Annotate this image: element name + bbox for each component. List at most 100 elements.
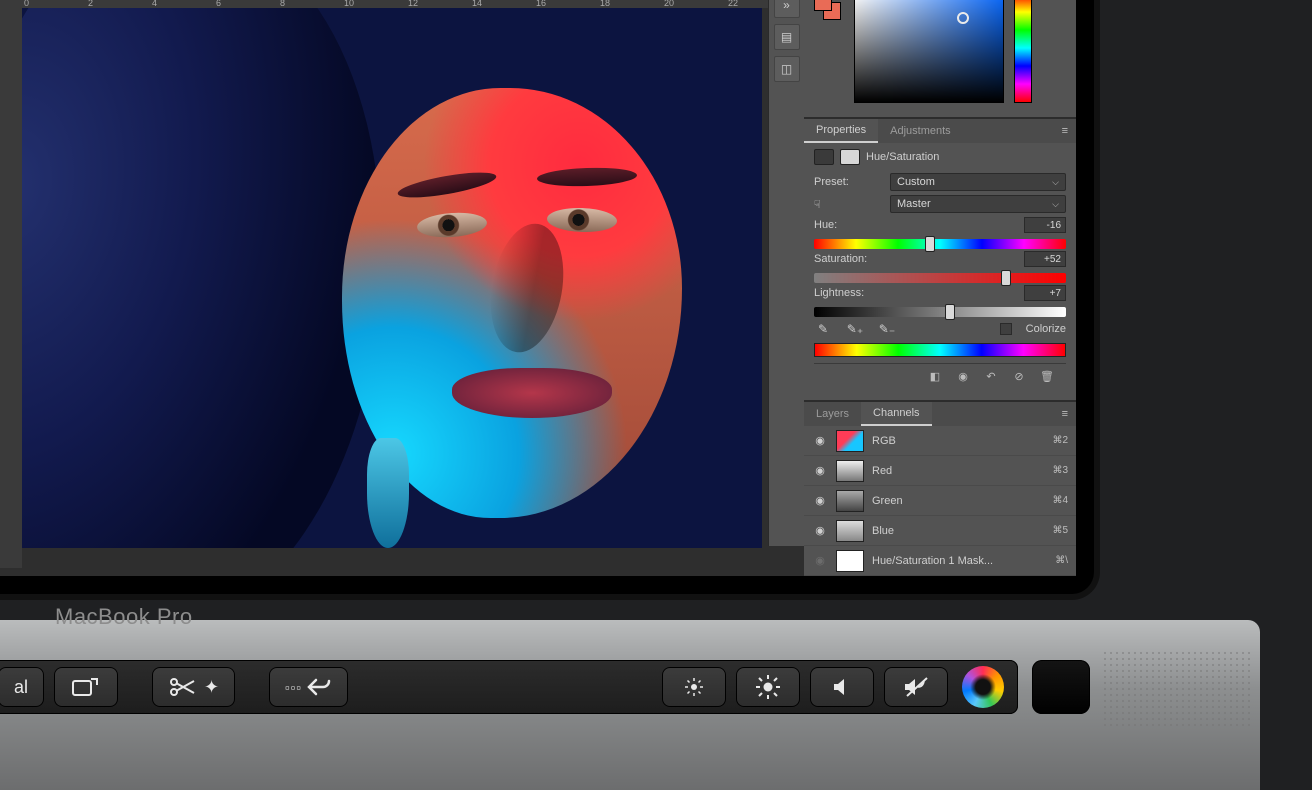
chevron-down-icon: ⌵: [1052, 177, 1059, 188]
tab-properties[interactable]: Properties: [804, 119, 878, 143]
undo-icon: [306, 676, 332, 698]
saturation-slider-track[interactable]: [814, 273, 1066, 283]
laptop-display-frame: ✥ ⌵ ☐ 3D Mode: ◎ ⟳ ✥ ↕ □ ▣ ⌕ ▦ ⇪ 0 2: [0, 0, 1100, 600]
channel-thumb: [836, 550, 864, 572]
lightness-value-input[interactable]: [1024, 285, 1066, 301]
touch-id-sensor[interactable]: [1032, 660, 1090, 714]
ruler-mark: 2: [86, 0, 150, 8]
chevron-down-icon: ⌵: [1052, 199, 1059, 210]
channel-thumb: [836, 490, 864, 512]
visibility-icon[interactable]: ◉: [812, 464, 828, 477]
screenshot-icon: [72, 676, 100, 698]
eyedropper-subtract-icon[interactable]: ✎₋: [878, 321, 896, 337]
touchbar-button-partial[interactable]: al: [0, 667, 44, 707]
vertical-ruler: [0, 8, 22, 568]
layer-mask-icon[interactable]: [840, 149, 860, 165]
touchbar-button-brightness-down[interactable]: [662, 667, 726, 707]
tab-channels[interactable]: Channels: [861, 402, 931, 426]
adjustment-name: Hue/Saturation: [866, 151, 939, 163]
targeted-adjust-icon[interactable]: ☟: [814, 198, 884, 211]
step-icon: ▫▫▫: [285, 680, 302, 695]
color-field[interactable]: [854, 0, 1004, 103]
preset-label: Preset:: [814, 176, 884, 188]
visibility-icon[interactable]: ◉: [812, 524, 828, 537]
channel-row[interactable]: ◉ Hue/Saturation 1 Mask... ⌘\: [804, 546, 1076, 576]
hue-slider-thumb[interactable]: [925, 236, 935, 252]
clip-to-layer-icon[interactable]: ◧: [926, 368, 944, 384]
color-field-cursor: [957, 12, 969, 24]
panel-menu-icon[interactable]: ≡: [1054, 125, 1076, 137]
tab-layers[interactable]: Layers: [804, 402, 861, 426]
eyedropper-icon[interactable]: ✎: [814, 321, 832, 337]
reset-icon[interactable]: ⊘: [1010, 368, 1028, 384]
volume-mute-icon: [903, 676, 929, 698]
touchbar-button-undo[interactable]: ▫▫▫: [269, 667, 348, 707]
hue-value-input[interactable]: [1024, 217, 1066, 233]
scissors-icon: [168, 676, 198, 698]
speaker-grille: [1102, 650, 1252, 730]
lightness-label: Lightness:: [814, 287, 884, 299]
panel-menu-icon[interactable]: ≡: [1054, 408, 1076, 420]
touch-bar: al ✦ ▫▫▫: [0, 660, 1018, 714]
ruler-mark: 18: [598, 0, 662, 8]
device-label: MacBook Pro: [55, 604, 193, 630]
ruler-corner: [0, 0, 22, 8]
hue-slider-track[interactable]: [814, 239, 1066, 249]
touchbar-button-screenshot[interactable]: [54, 667, 118, 707]
touchbar-button-mute[interactable]: [884, 667, 948, 707]
dock-expand-button[interactable]: »: [774, 0, 800, 18]
color-panel: Color Swatches ≡: [804, 0, 1076, 118]
saturation-value-input[interactable]: [1024, 251, 1066, 267]
ruler-mark: 14: [470, 0, 534, 8]
hue-label: Hue:: [814, 219, 884, 231]
lightness-slider-thumb[interactable]: [945, 304, 955, 320]
adjustment-type-icon: [814, 149, 834, 165]
eyedropper-add-icon[interactable]: ✎₊: [846, 321, 864, 337]
range-select[interactable]: Master⌵: [890, 195, 1066, 213]
preset-select[interactable]: Custom⌵: [890, 173, 1066, 191]
channel-thumb: [836, 460, 864, 482]
channel-row[interactable]: ◉ Blue ⌘5: [804, 516, 1076, 546]
brightness-low-icon: [683, 676, 705, 698]
dock-icon-navigator[interactable]: ◫: [774, 56, 800, 82]
toggle-visibility-icon[interactable]: ◉: [954, 368, 972, 384]
ruler-mark: 4: [150, 0, 214, 8]
channel-row[interactable]: ◉ RGB ⌘2: [804, 426, 1076, 456]
photo-portrait: [302, 48, 722, 548]
hue-slider[interactable]: [1014, 0, 1032, 103]
channel-thumb: [836, 520, 864, 542]
ruler-mark: 0: [22, 0, 86, 8]
dock-icon-histogram[interactable]: ▤: [774, 24, 800, 50]
channel-row[interactable]: ◉ Green ⌘4: [804, 486, 1076, 516]
visibility-icon[interactable]: ◉: [812, 434, 828, 447]
ruler-mark: 16: [534, 0, 598, 8]
channels-panel: Layers Channels ≡ ◉ RGB ⌘2 ◉ Red: [804, 401, 1076, 576]
touchbar-button-healing[interactable]: ✦: [152, 667, 235, 707]
ruler-mark: 10: [342, 0, 406, 8]
colorize-label: Colorize: [1026, 323, 1066, 335]
screen: ✥ ⌵ ☐ 3D Mode: ◎ ⟳ ✥ ↕ □ ▣ ⌕ ▦ ⇪ 0 2: [0, 0, 1076, 576]
document-canvas[interactable]: [22, 8, 762, 548]
touchbar-button-siri[interactable]: [958, 667, 1008, 707]
channel-row[interactable]: ◉ Red ⌘3: [804, 456, 1076, 486]
saturation-slider-thumb[interactable]: [1001, 270, 1011, 286]
foreground-background-swatch[interactable]: [814, 0, 844, 23]
saturation-label: Saturation:: [814, 253, 884, 265]
properties-panel: Properties Adjustments ≡ Hue/Saturation …: [804, 118, 1076, 401]
siri-icon: [962, 666, 1004, 708]
lightness-slider-track[interactable]: [814, 307, 1066, 317]
brightness-high-icon: [755, 674, 781, 700]
ruler-mark: 8: [278, 0, 342, 8]
visibility-icon[interactable]: ◉: [812, 554, 828, 567]
ruler-mark: 20: [662, 0, 726, 8]
previous-state-icon[interactable]: ↶: [982, 368, 1000, 384]
trash-icon[interactable]: 🗑: [1038, 368, 1056, 384]
touchbar-button-brightness-up[interactable]: [736, 667, 800, 707]
visibility-icon[interactable]: ◉: [812, 494, 828, 507]
collapsed-panel-dock: » ▤ ◫: [768, 0, 804, 546]
tab-adjustments[interactable]: Adjustments: [878, 119, 963, 143]
touchbar-button-volume-down[interactable]: [810, 667, 874, 707]
colorize-checkbox[interactable]: [1000, 323, 1012, 335]
volume-low-icon: [831, 676, 853, 698]
ruler-mark: 12: [406, 0, 470, 8]
